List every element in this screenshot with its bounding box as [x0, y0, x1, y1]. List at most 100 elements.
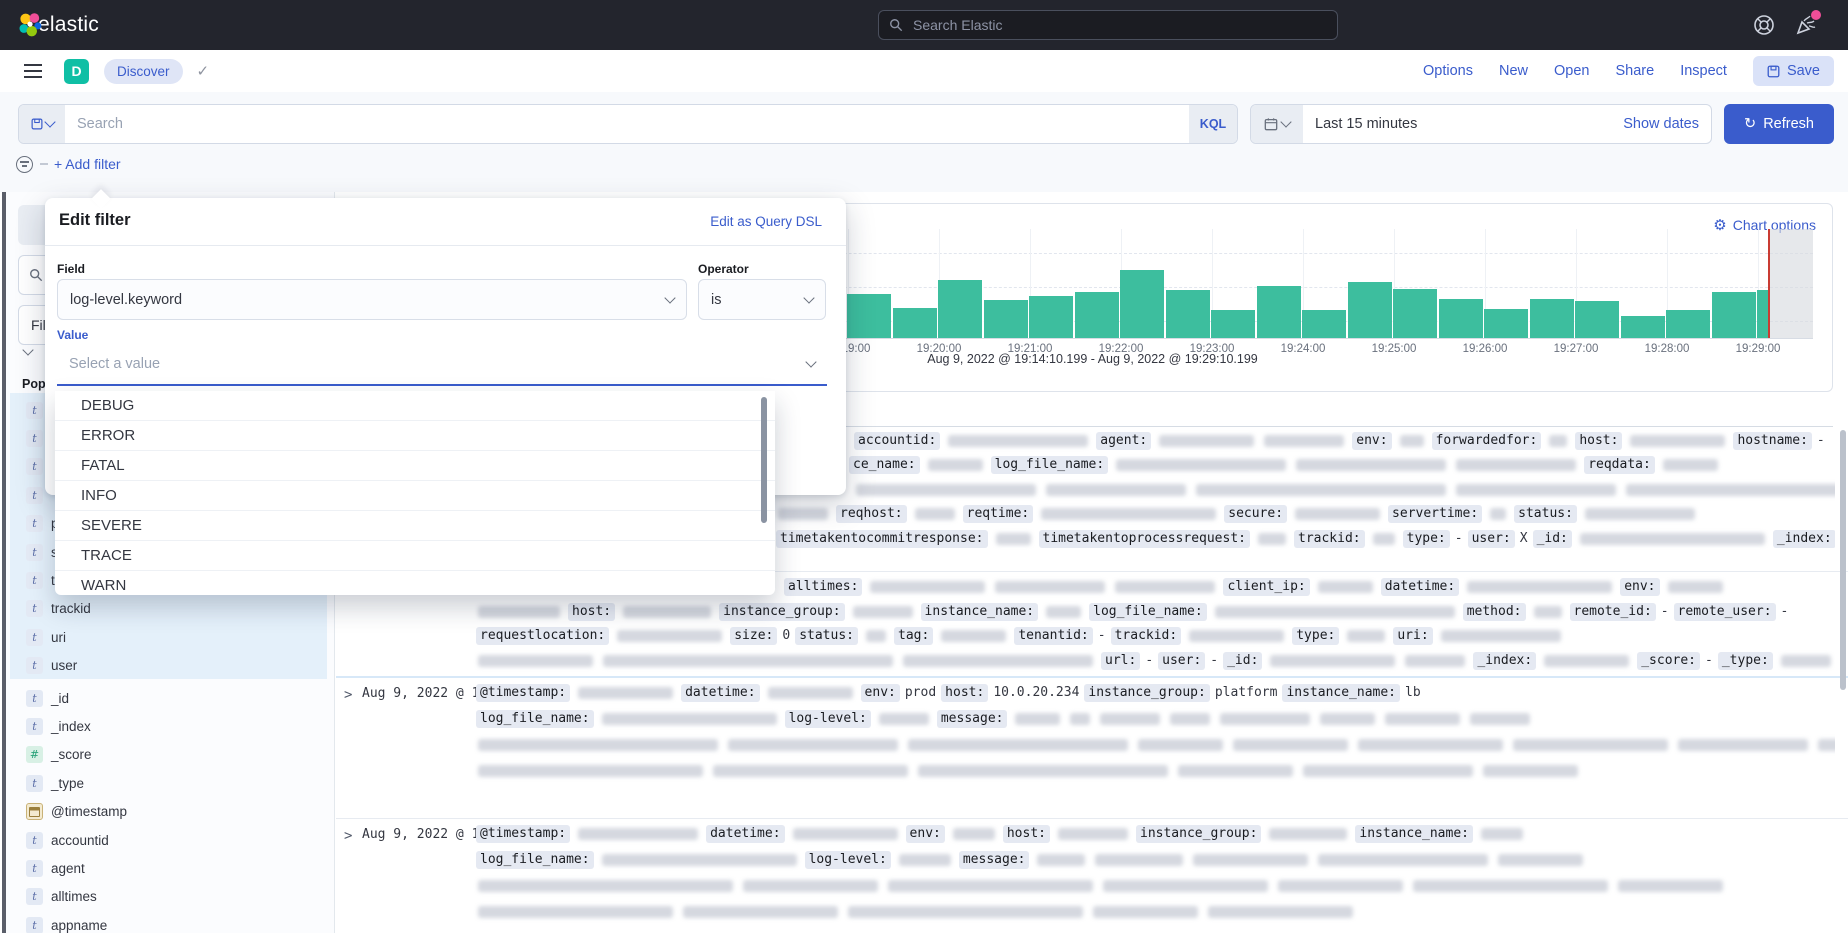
options-link[interactable]: Options	[1423, 63, 1473, 79]
redacted-value	[602, 854, 797, 866]
field-badge: message:	[959, 851, 1030, 869]
field-label: _id	[51, 691, 69, 706]
help-icon[interactable]	[1752, 13, 1776, 37]
sidebar-field-item[interactable]: @timestamp	[6, 798, 335, 826]
value-input[interactable]	[57, 356, 781, 372]
field-select[interactable]: log-level.keyword	[57, 279, 687, 320]
redacted-value	[1358, 739, 1503, 751]
refresh-button[interactable]: ↻ Refresh	[1724, 104, 1834, 144]
breadcrumb[interactable]: Discover	[104, 59, 183, 84]
value-label: Value	[57, 328, 88, 342]
field-badge: datetime:	[681, 684, 759, 702]
chevron-down-icon	[44, 116, 55, 127]
sidebar-field-item[interactable]: taccountid	[6, 826, 335, 854]
redacted-value	[1663, 459, 1718, 471]
redacted-value	[1481, 828, 1523, 840]
redacted-value	[1296, 459, 1446, 471]
save-icon	[1767, 65, 1780, 78]
field-badge: accountid:	[854, 432, 940, 450]
value-combobox[interactable]	[57, 344, 827, 386]
menu-icon[interactable]	[24, 64, 42, 78]
sidebar-field-item[interactable]: #_score	[6, 741, 335, 769]
field-value: X	[1520, 531, 1528, 546]
field-badge: host:	[941, 684, 988, 702]
query-input-box: KQL	[18, 104, 1238, 144]
dropdown-option-warn[interactable]: WARN	[55, 571, 775, 595]
field-badge: message:	[937, 710, 1008, 728]
calendar-icon	[1264, 117, 1278, 131]
checkmark-icon[interactable]: ✓	[197, 62, 210, 80]
t-field-type-icon: t	[26, 402, 43, 419]
field-label: _type	[51, 776, 84, 791]
global-header: elastic	[0, 0, 1848, 50]
document-line: log_file_name:log-level:message:	[473, 706, 1835, 732]
elastic-logo-icon[interactable]	[16, 11, 44, 39]
dropdown-option-debug[interactable]: DEBUG	[55, 391, 775, 421]
t-field-type-icon: t	[26, 917, 43, 933]
save-button[interactable]: Save	[1753, 56, 1834, 86]
open-link[interactable]: Open	[1554, 63, 1589, 79]
global-search-input[interactable]	[911, 16, 1295, 34]
field-badge: status:	[1514, 505, 1577, 523]
redacted-value	[617, 630, 722, 642]
dropdown-scrollbar[interactable]	[761, 397, 767, 523]
redacted-value	[623, 606, 711, 618]
operator-select[interactable]: is	[698, 279, 826, 320]
redacted-value	[1549, 435, 1567, 447]
time-range-value[interactable]: Last 15 minutes	[1315, 116, 1623, 132]
share-link[interactable]: Share	[1615, 63, 1654, 79]
t-field-type-icon: t	[26, 718, 43, 735]
redacted-value	[478, 739, 718, 751]
document-line: requestlocation:size:0status:tag:tenanti…	[473, 624, 1835, 649]
edit-as-query-dsl-link[interactable]: Edit as Query DSL	[710, 214, 822, 229]
redacted-value	[1818, 739, 1835, 751]
expand-row-icon[interactable]: >	[344, 687, 352, 703]
sidebar-field-item[interactable]: turi	[6, 623, 335, 651]
field-badge: requestlocation:	[476, 627, 609, 645]
field-value: prod	[905, 685, 936, 700]
kql-search-input[interactable]	[65, 116, 1189, 132]
collapse-section-icon[interactable]	[22, 344, 33, 355]
inspect-link[interactable]: Inspect	[1680, 63, 1727, 79]
field-badge: ce_name:	[849, 456, 920, 474]
dropdown-option-trace[interactable]: TRACE	[55, 541, 775, 571]
date-quick-menu-button[interactable]	[1251, 105, 1303, 143]
field-badge: type:	[1292, 627, 1339, 645]
dropdown-option-fatal[interactable]: FATAL	[55, 451, 775, 481]
dropdown-option-info[interactable]: INFO	[55, 481, 775, 511]
query-language-button[interactable]: KQL	[1189, 105, 1237, 143]
top-toolbar: D Discover ✓ Options New Open Share Insp…	[0, 50, 1848, 92]
redacted-value	[908, 739, 1128, 751]
field-badge: instance_name:	[1355, 825, 1473, 843]
show-dates-link[interactable]: Show dates	[1623, 116, 1699, 132]
sidebar-field-item[interactable]: tuser	[6, 652, 335, 680]
global-search[interactable]	[878, 10, 1338, 40]
sidebar-field-item[interactable]: tagent	[6, 854, 335, 882]
redacted-value	[1070, 713, 1090, 725]
filter-options-icon[interactable]	[16, 156, 33, 173]
dropdown-option-error[interactable]: ERROR	[55, 421, 775, 451]
document-line	[473, 873, 1835, 899]
redacted-value	[1483, 765, 1578, 777]
sidebar-field-item[interactable]: ttrackid	[6, 595, 335, 623]
dropdown-option-severe[interactable]: SEVERE	[55, 511, 775, 541]
sidebar-field-item[interactable]: talltimes	[6, 883, 335, 911]
saved-query-icon	[31, 118, 43, 130]
sidebar-field-item[interactable]: t_id	[6, 684, 335, 712]
redacted-value	[1093, 906, 1198, 918]
redacted-value	[1320, 713, 1375, 725]
redacted-value	[1058, 828, 1128, 840]
saved-query-menu-button[interactable]	[19, 105, 65, 143]
redacted-value	[1196, 484, 1446, 496]
news-icon[interactable]	[1794, 13, 1818, 37]
new-link[interactable]: New	[1499, 63, 1528, 79]
sidebar-field-item[interactable]: t_index	[6, 712, 335, 740]
expand-row-icon[interactable]: >	[344, 828, 352, 844]
field-badge: size:	[730, 627, 777, 645]
sidebar-field-item[interactable]: tappname	[6, 911, 335, 933]
app-badge[interactable]: D	[64, 59, 89, 84]
add-filter-link[interactable]: + Add filter	[54, 156, 121, 172]
sidebar-field-item[interactable]: t_type	[6, 769, 335, 797]
redacted-value	[879, 713, 929, 725]
field-badge: host:	[1575, 432, 1622, 450]
